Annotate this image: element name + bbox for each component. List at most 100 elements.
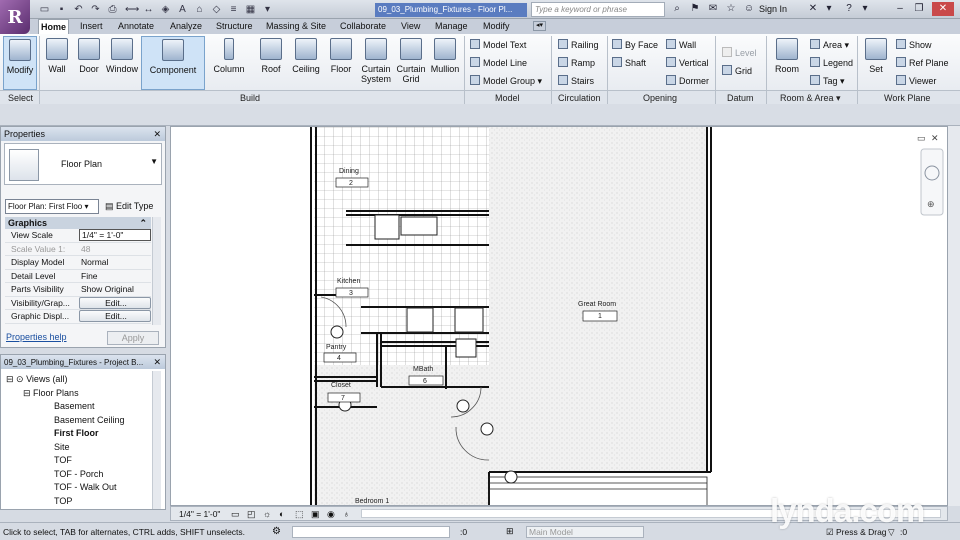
crop-icon[interactable]: ⬚ bbox=[295, 509, 304, 520]
parts-visibility-value[interactable]: Show Original bbox=[79, 283, 151, 296]
door-button[interactable]: Door bbox=[74, 36, 104, 90]
view-scale-field[interactable]: 1/4" = 1'-0" bbox=[79, 229, 151, 241]
instance-filter-select[interactable]: Floor Plan: First Floo ▾ bbox=[5, 199, 99, 214]
by-face-button[interactable]: By Face bbox=[612, 38, 658, 52]
section-icon[interactable]: ◇ bbox=[210, 3, 223, 16]
display-model-value[interactable]: Normal bbox=[79, 256, 151, 269]
subscription-icon[interactable]: ⚑ bbox=[688, 2, 702, 16]
dropdown-icon[interactable]: ▾ bbox=[822, 2, 836, 16]
sun-path-icon[interactable]: ☼ bbox=[263, 509, 271, 519]
edit-type-button[interactable]: ▤ Edit Type bbox=[105, 199, 153, 214]
tree-item[interactable]: Site bbox=[54, 441, 70, 453]
floor-plan-drawing[interactable]: Dining 2 Kitchen 3 Pantry 4 MBath 6 Clos… bbox=[171, 127, 948, 506]
visual-style-icon[interactable]: ◰ bbox=[247, 509, 256, 520]
model-text-button[interactable]: Model Text bbox=[470, 38, 526, 52]
print-icon[interactable]: ⎙ bbox=[106, 3, 119, 16]
help-dropdown-icon[interactable]: ▾ bbox=[858, 2, 872, 16]
reveal-hidden-icon[interactable]: ♁ bbox=[343, 509, 350, 519]
wall-button[interactable]: Wall bbox=[42, 36, 72, 90]
user-icon[interactable]: ☺ bbox=[742, 2, 756, 16]
tab-insert[interactable]: Insert bbox=[78, 19, 105, 34]
area-button[interactable]: Area ▾ bbox=[810, 38, 849, 52]
help-icon[interactable]: ? bbox=[842, 2, 856, 16]
graphic-display-edit-button[interactable]: Edit... bbox=[79, 310, 151, 322]
panel-select[interactable]: Select bbox=[8, 92, 33, 104]
save-icon[interactable]: ▪ bbox=[55, 3, 68, 16]
tree-floor-plans[interactable]: ⊟ Floor Plans bbox=[23, 387, 79, 399]
tab-structure[interactable]: Structure bbox=[214, 19, 255, 34]
tag-button[interactable]: Tag ▾ bbox=[810, 74, 845, 88]
maximize-icon[interactable]: ❐ bbox=[912, 2, 926, 16]
column-button[interactable]: Column bbox=[210, 36, 248, 90]
tab-home[interactable]: Home bbox=[38, 19, 70, 34]
thin-lines-icon[interactable]: ≡ bbox=[227, 3, 240, 16]
tree-item-active[interactable]: First Floor bbox=[54, 427, 99, 439]
viewer-button[interactable]: Viewer bbox=[896, 74, 936, 88]
application-menu-button[interactable]: R bbox=[0, 0, 30, 34]
workset-select[interactable] bbox=[292, 526, 450, 538]
text-icon[interactable]: A bbox=[176, 3, 189, 16]
group-graphics[interactable]: Graphics ⌃ bbox=[5, 217, 151, 229]
tab-collaborate[interactable]: Collaborate bbox=[338, 19, 388, 34]
modify-button[interactable]: Modify bbox=[3, 36, 37, 90]
browser-scrollbar[interactable] bbox=[152, 371, 161, 509]
legend-button[interactable]: Legend bbox=[810, 56, 853, 70]
room-button[interactable]: Room bbox=[772, 36, 802, 90]
mullion-button[interactable]: Mullion bbox=[428, 36, 462, 90]
window-button[interactable]: Window bbox=[104, 36, 140, 90]
tab-annotate[interactable]: Annotate bbox=[116, 19, 156, 34]
railing-button[interactable]: Railing bbox=[558, 38, 599, 52]
close-icon[interactable]: ✕ bbox=[932, 2, 954, 16]
curtain-grid-button[interactable]: Curtain Grid bbox=[395, 36, 427, 90]
tree-item[interactable]: TOF bbox=[54, 454, 72, 466]
properties-scrollbar[interactable] bbox=[152, 217, 161, 325]
qat-dropdown-icon[interactable]: ▾ bbox=[261, 3, 274, 16]
visibility-edit-button[interactable]: Edit... bbox=[79, 296, 151, 309]
view-scale-control[interactable]: 1/4" = 1'-0" bbox=[179, 509, 220, 519]
curtain-system-button[interactable]: Curtain System bbox=[358, 36, 394, 90]
tab-massing-site[interactable]: Massing & Site bbox=[264, 19, 328, 34]
grid-button[interactable]: Grid bbox=[722, 64, 752, 78]
detail-level-value[interactable]: Fine bbox=[79, 270, 151, 283]
show-crop-icon[interactable]: ▣ bbox=[311, 509, 320, 520]
view-cube[interactable]: ▭ ✕ ⊕ bbox=[917, 133, 944, 216]
favorites-icon[interactable]: ☆ bbox=[724, 2, 738, 16]
measure-icon[interactable]: ⟷ bbox=[125, 3, 139, 16]
vertical-opening-button[interactable]: Vertical bbox=[666, 56, 709, 70]
shadows-icon[interactable]: ◐ bbox=[279, 509, 284, 519]
ref-plane-button[interactable]: Ref Plane bbox=[896, 56, 949, 70]
design-option-select[interactable]: Main Model bbox=[526, 526, 644, 538]
undo-icon[interactable]: ↶ bbox=[72, 3, 85, 16]
tab-analyze[interactable]: Analyze bbox=[168, 19, 204, 34]
tree-item[interactable]: TOF - Porch bbox=[54, 468, 103, 480]
ceiling-button[interactable]: Ceiling bbox=[289, 36, 323, 90]
communication-icon[interactable]: ✉ bbox=[706, 2, 720, 16]
set-button[interactable]: Set bbox=[863, 36, 889, 90]
restore-icon[interactable]: ▭ bbox=[917, 133, 926, 143]
tree-views-all[interactable]: ⊟ ⊙ Views (all) bbox=[6, 373, 67, 385]
apply-button[interactable]: Apply bbox=[107, 331, 159, 345]
detail-level-icon[interactable]: ▭ bbox=[231, 509, 240, 520]
ramp-button[interactable]: Ramp bbox=[558, 56, 595, 70]
chevron-down-icon[interactable]: ▼ bbox=[150, 157, 158, 166]
tag-icon[interactable]: ◈ bbox=[159, 3, 172, 16]
show-button[interactable]: Show bbox=[896, 38, 932, 52]
tree-item[interactable]: TOF - Walk Out bbox=[54, 481, 117, 493]
drawing-area[interactable]: Dining 2 Kitchen 3 Pantry 4 MBath 6 Clos… bbox=[170, 126, 948, 506]
sign-in-link[interactable]: Sign In bbox=[759, 4, 787, 14]
close-icon[interactable]: ✕ bbox=[153, 127, 161, 141]
tree-item[interactable]: TOP bbox=[54, 495, 72, 507]
floor-button[interactable]: Floor bbox=[326, 36, 356, 90]
view-vertical-scrollbar[interactable] bbox=[948, 126, 960, 506]
design-options-icon[interactable]: ⊞ bbox=[506, 526, 514, 537]
close-icon[interactable]: ✕ bbox=[931, 133, 939, 143]
minimize-icon[interactable]: – bbox=[893, 2, 907, 16]
type-selector[interactable]: Floor Plan ▼ bbox=[4, 143, 162, 185]
redo-icon[interactable]: ↷ bbox=[89, 3, 102, 16]
dimension-icon[interactable]: ↔ bbox=[142, 3, 155, 16]
properties-help-link[interactable]: Properties help bbox=[6, 332, 67, 342]
tree-item[interactable]: Basement bbox=[54, 400, 95, 412]
search-input[interactable]: Type a keyword or phrase bbox=[531, 2, 665, 17]
ribbon-toggle-icon[interactable]: ◂▾ bbox=[533, 21, 547, 31]
roof-button[interactable]: Roof bbox=[256, 36, 286, 90]
